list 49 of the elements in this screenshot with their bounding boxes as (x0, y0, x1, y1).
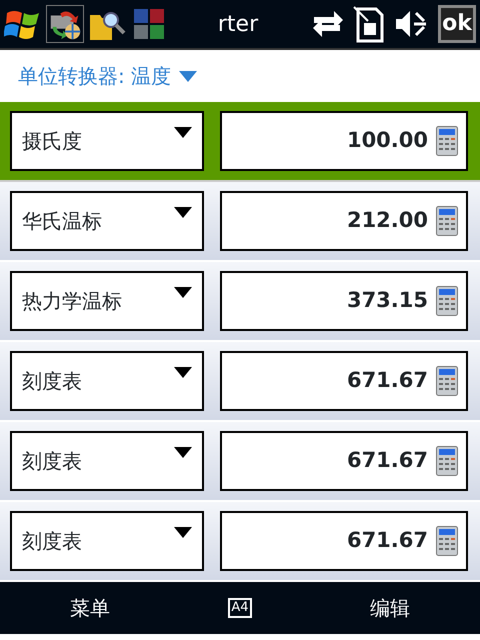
dropdown-icon[interactable] (174, 127, 192, 138)
value-field[interactable]: 100.00 (220, 111, 468, 171)
calculator-icon[interactable] (436, 286, 458, 316)
dropdown-icon[interactable] (174, 367, 192, 378)
dropdown-icon[interactable] (174, 447, 192, 458)
converter-row[interactable]: 热力学温标 373.15 (0, 262, 480, 342)
dropdown-icon[interactable] (174, 287, 192, 298)
unit-label: 刻度表 (22, 368, 82, 395)
converter-row[interactable]: 刻度表 671.67 (0, 502, 480, 582)
dropdown-icon[interactable] (174, 207, 192, 218)
value-field[interactable]: 671.67 (220, 511, 468, 571)
value-text: 373.15 (346, 287, 428, 314)
edit-softkey[interactable]: 编辑 (370, 593, 410, 623)
unit-dropdown[interactable]: 刻度表 (10, 431, 204, 491)
value-text: 671.67 (346, 447, 428, 474)
calculator-icon[interactable] (436, 366, 458, 396)
unit-dropdown[interactable]: 热力学温标 (10, 271, 204, 331)
value-text: 671.67 (346, 367, 428, 394)
value-text: 671.67 (346, 527, 428, 554)
calculator-icon[interactable] (436, 446, 458, 476)
value-field[interactable]: 373.15 (220, 271, 468, 331)
dropdown-icon[interactable] (174, 527, 192, 538)
unit-label: 华氏温标 (22, 208, 102, 235)
value-field[interactable]: 671.67 (220, 351, 468, 411)
value-text: 100.00 (346, 127, 428, 154)
converter-app-icon[interactable] (46, 5, 84, 43)
unit-label: 刻度表 (22, 528, 82, 555)
calculator-icon[interactable] (436, 526, 458, 556)
ok-button[interactable]: ok (438, 5, 476, 43)
calculator-icon[interactable] (436, 126, 458, 156)
unit-dropdown[interactable]: 摄氏度 (10, 111, 204, 171)
unit-dropdown[interactable]: 刻度表 (10, 351, 204, 411)
unit-label: 刻度表 (22, 448, 82, 475)
window-title: rter (218, 10, 258, 38)
converter-row[interactable]: 摄氏度 100.00 (0, 102, 480, 182)
unit-dropdown[interactable]: 刻度表 (10, 511, 204, 571)
input-mode-indicator[interactable]: A4 (228, 598, 252, 618)
unit-dropdown[interactable]: 华氏温标 (10, 191, 204, 251)
value-field[interactable]: 671.67 (220, 431, 468, 491)
converter-row[interactable]: 刻度表 671.67 (0, 342, 480, 422)
header-title[interactable]: 单位转换器: 温度 (18, 61, 172, 91)
unit-label: 摄氏度 (22, 128, 82, 155)
value-field[interactable]: 212.00 (220, 191, 468, 251)
unit-label: 热力学温标 (22, 288, 122, 315)
value-text: 212.00 (346, 207, 428, 234)
calculator-icon[interactable] (436, 206, 458, 236)
menu-softkey[interactable]: 菜单 (70, 593, 110, 623)
converter-row[interactable]: 华氏温标 212.00 (0, 182, 480, 262)
converter-row[interactable]: 刻度表 671.67 (0, 422, 480, 502)
